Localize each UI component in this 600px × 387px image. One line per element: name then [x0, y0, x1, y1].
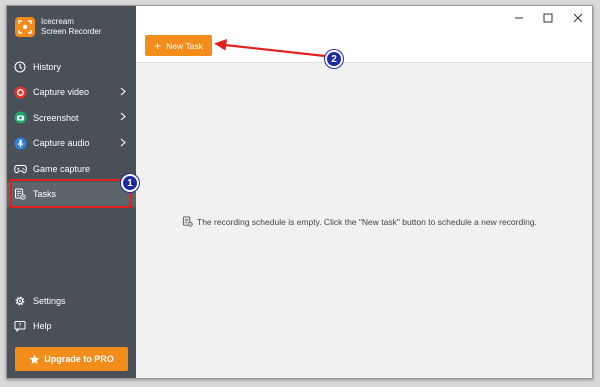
- annotation-arrow: [214, 39, 326, 58]
- step-badge-1: 1: [121, 174, 139, 192]
- app-window: Icecream Screen Recorder History Capture…: [6, 5, 593, 379]
- step-badge-2: 2: [325, 50, 343, 68]
